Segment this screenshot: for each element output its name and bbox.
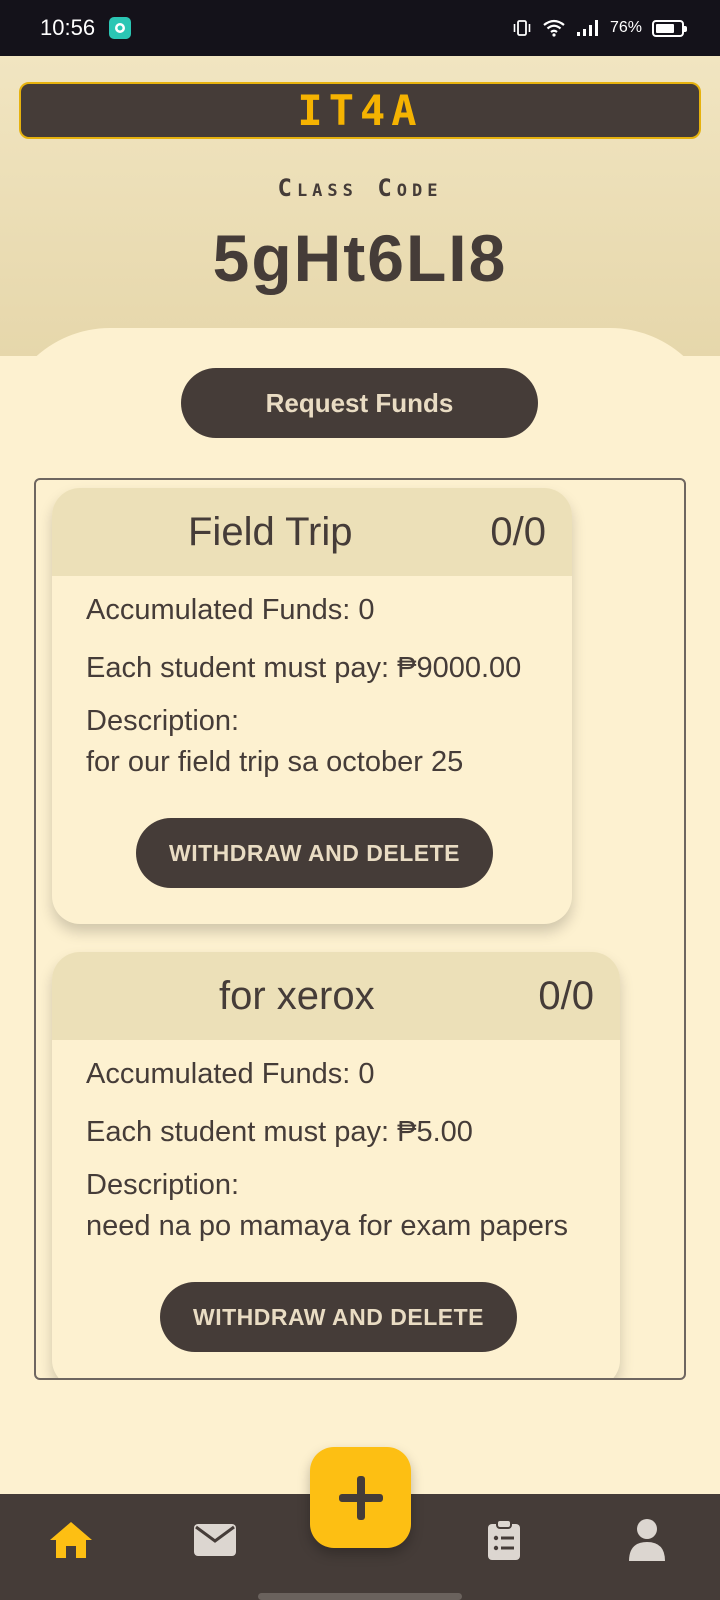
fund-count: 0/0 [490,510,546,554]
add-fund-button[interactable] [310,1447,411,1548]
profile-icon [629,1519,665,1561]
signal-icon [576,20,598,36]
fund-card: Field Trip 0/0 Accumulated Funds: 0 Each… [52,488,572,924]
withdraw-and-delete-button[interactable]: WITHDRAW AND DELETE [136,818,493,888]
clipboard-list-icon [488,1519,520,1560]
status-time: 10:56 [40,15,96,40]
funds-list[interactable]: Field Trip 0/0 Accumulated Funds: 0 Each… [34,478,686,1380]
plus-icon [338,1475,383,1520]
battery-icon [652,19,687,37]
description-label: Description: [86,705,240,737]
wifi-icon [543,19,565,37]
withdraw-and-delete-button[interactable]: WITHDRAW AND DELETE [160,1282,517,1352]
app-notification-icon [109,17,132,39]
request-funds-button[interactable]: Request Funds [181,368,538,438]
class-code: 5gHt6LI8 [212,221,508,295]
fund-card-header: for xerox 0/0 [52,952,620,1040]
each-student-pay: Each student must pay: ₱5.00 [86,1116,473,1148]
accumulated-funds: Accumulated Funds: 0 [86,1058,375,1090]
nav-mail[interactable] [185,1510,245,1570]
each-student-pay: Each student must pay: ₱9000.00 [86,652,522,684]
mail-icon [194,1524,236,1556]
status-bar: 10:56 76% [0,0,720,56]
class-name-bar: IT4A [19,82,701,139]
description-text: need na po mamaya for exam papers [86,1210,568,1242]
nav-home[interactable] [41,1510,101,1570]
battery-level-fill [656,23,675,33]
accumulated-funds: Accumulated Funds: 0 [86,594,375,626]
vibrate-icon [513,20,531,36]
fund-card-header: Field Trip 0/0 [52,488,572,576]
description-text: for our field trip sa october 25 [86,746,464,778]
status-right: 76% [512,18,687,38]
fund-card: for xerox 0/0 Accumulated Funds: 0 Each … [52,952,620,1378]
battery-percent: 76% [609,19,642,36]
home-icon [50,1522,92,1558]
nav-tasks[interactable] [474,1510,534,1570]
class-code-label: Class Code [277,174,443,202]
description-label: Description: [86,1169,240,1201]
class-name: IT4A [297,86,423,135]
fund-title: for xerox [219,974,375,1018]
nav-profile[interactable] [617,1510,677,1570]
fund-title: Field Trip [188,510,353,554]
home-indicator[interactable] [258,1593,462,1600]
status-left: 10:56 [40,15,132,41]
fund-count: 0/0 [538,974,594,1018]
